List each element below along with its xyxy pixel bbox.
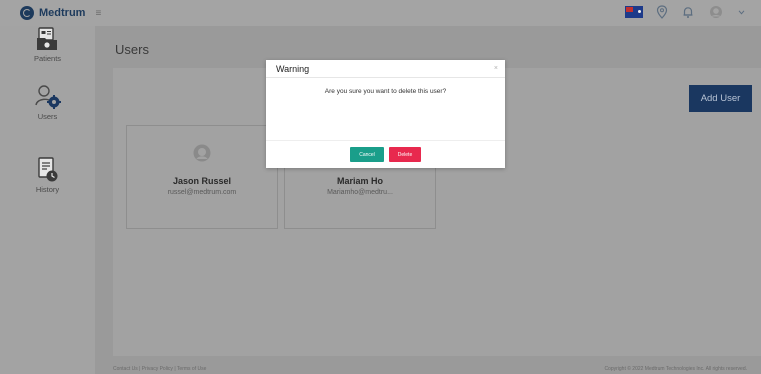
user-name: Jason Russel — [172, 176, 232, 186]
user-email: russel@medtrum.com — [167, 189, 237, 196]
page-title: Users — [115, 42, 149, 57]
menu-toggle-icon[interactable]: ≡ — [95, 8, 101, 19]
sidebar-item-users[interactable]: Users — [0, 84, 95, 121]
dialog-title: Warning — [276, 63, 310, 74]
sidebar-item-label: Users — [37, 112, 58, 121]
sidebar-item-label: Patients — [33, 54, 62, 63]
patients-icon — [33, 26, 63, 52]
history-icon — [33, 157, 63, 183]
dialog-message: Are you sure you want to delete this use… — [324, 88, 447, 95]
chevron-down-icon[interactable] — [737, 4, 745, 20]
user-name: Mariam Ho — [336, 176, 383, 186]
sidebar: Patients Users History — [0, 26, 95, 374]
language-flag-icon[interactable] — [625, 6, 643, 18]
cancel-button[interactable]: Cancel — [350, 147, 384, 162]
medtrum-logo-icon — [20, 6, 34, 20]
top-right-controls — [625, 4, 745, 20]
brand-name: Medtrum — [39, 7, 86, 19]
footer-copyright: Copyright © 2022 Medtrum Technologies In… — [604, 366, 747, 372]
top-bar: Medtrum ≡ — [0, 0, 761, 26]
sidebar-item-patients[interactable]: Patients — [0, 26, 95, 63]
location-pin-icon[interactable] — [655, 4, 669, 20]
user-avatar-icon[interactable] — [707, 4, 725, 20]
user-card[interactable]: Jason Russel russel@medtrum.com — [126, 125, 278, 229]
dialog-header: Warning × — [266, 60, 505, 78]
notification-bell-icon[interactable] — [681, 4, 695, 20]
footer-links[interactable]: Contact Us | Privacy Policy | Terms of U… — [113, 366, 206, 372]
dialog-footer: Cancel Delete — [266, 140, 505, 168]
delete-button[interactable]: Delete — [389, 147, 421, 162]
close-icon[interactable]: × — [494, 65, 498, 72]
user-email: Mariamho@medtru... — [327, 189, 393, 196]
add-user-button[interactable]: Add User — [689, 85, 752, 112]
sidebar-item-label: History — [35, 185, 60, 194]
users-gear-icon — [33, 84, 63, 110]
user-avatar-icon — [193, 144, 211, 162]
brand[interactable]: Medtrum — [20, 6, 85, 20]
delete-confirmation-dialog: Warning × Are you sure you want to delet… — [266, 60, 505, 168]
sidebar-item-history[interactable]: History — [0, 157, 95, 194]
